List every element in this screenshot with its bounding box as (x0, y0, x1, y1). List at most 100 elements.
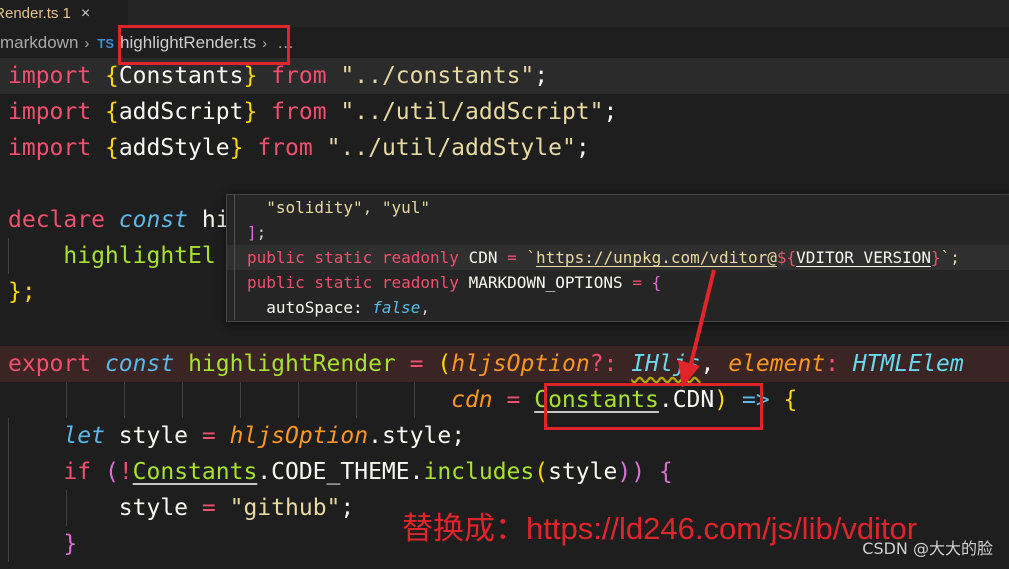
keyword: declare (8, 207, 105, 233)
code-line-9[interactable]: export const highlightRender = (hljsOpti… (0, 346, 1009, 382)
punct: ; (340, 495, 355, 521)
keyword: let (63, 423, 105, 449)
identifier: style (548, 459, 618, 485)
identifier: CDN (468, 248, 498, 267)
template-tick: ` (526, 248, 537, 267)
operator: = (632, 273, 642, 292)
identifier: Constants (132, 459, 258, 485)
highlight-box-cdn (544, 383, 763, 430)
string: "../util/addScript" (340, 99, 604, 125)
hover-line: public static readonly MARKDOWN_OPTIONS … (227, 270, 1009, 295)
cdn-url-link[interactable]: https://unpkg.com/vditor@ (536, 248, 777, 267)
operator: = (201, 495, 216, 521)
brace: { (658, 459, 673, 485)
operator: = (507, 248, 517, 267)
punct: , (420, 298, 431, 317)
template-end: `; (940, 248, 960, 267)
editor-tab-active[interactable]: tRender.ts 1 × (0, 0, 128, 27)
keyword: if (63, 459, 92, 485)
brace: } (229, 135, 244, 161)
indent-guide (234, 194, 235, 320)
identifier: addScript (118, 99, 244, 125)
hover-line-cdn: public static readonly CDN = `https://un… (227, 245, 1009, 270)
template-close: } (930, 248, 941, 267)
paren: ( (437, 351, 452, 377)
close-icon[interactable]: × (81, 5, 90, 23)
string: "../constants" (340, 63, 535, 89)
indent-guide (8, 238, 9, 274)
keyword: const (104, 351, 175, 377)
string: "github" (229, 495, 341, 521)
identifier: addStyle (118, 135, 230, 161)
indent-guide (8, 526, 9, 562)
indent-guide (124, 382, 125, 418)
modifiers: public static readonly (247, 273, 459, 292)
type-name[interactable]: IHljs (631, 351, 700, 377)
string: "../util/addStyle" (326, 135, 576, 161)
identifier: style (118, 423, 189, 449)
parameter: hljsOption (451, 351, 590, 377)
code-line-3[interactable]: import {addStyle} from "../util/addStyle… (0, 130, 1009, 166)
operator: = (506, 387, 521, 413)
indent-guide (8, 490, 9, 526)
method: includes (423, 459, 535, 485)
operator: ?: (589, 351, 618, 377)
punct: ; (603, 99, 618, 125)
indent-guide (66, 490, 67, 526)
brace: { (783, 387, 798, 413)
annotation-text: 替换成：https://ld246.com/js/lib/vditor (402, 511, 918, 546)
hover-popup[interactable]: "solidity", "yul" ]; public static reado… (226, 194, 1009, 322)
indent-guide (8, 418, 9, 454)
keyword: import (8, 135, 92, 161)
paren: ( (534, 459, 549, 485)
parameter: cdn (451, 387, 493, 413)
keyword: from (271, 99, 327, 125)
identifier: MARKDOWN_OPTIONS (468, 273, 623, 292)
code-line-10[interactable]: cdn = Constants.CDN) => { (0, 382, 1009, 418)
function-name: highlightRender (188, 351, 396, 377)
paren: )) (617, 459, 646, 485)
template-open: ${ (776, 248, 797, 267)
chevron-right-icon: › (84, 34, 90, 52)
keyword: export (8, 351, 92, 377)
brace: { (104, 63, 119, 89)
indent-guide (298, 382, 299, 418)
property: .CODE_THEME. (257, 459, 424, 485)
brace: } (243, 99, 258, 125)
code-line-2[interactable]: import {addScript} from "../util/addScri… (0, 94, 1009, 130)
code-line-12[interactable]: if (!Constants.CODE_THEME.includes(style… (0, 454, 1009, 490)
keyword: import (8, 63, 92, 89)
brace: { (104, 99, 119, 125)
modifiers: public static readonly (247, 248, 459, 267)
brace: { (651, 273, 662, 292)
keyword: import (8, 99, 92, 125)
bracket: ] (247, 223, 257, 242)
indent-guide (414, 382, 415, 418)
keyword: from (257, 135, 313, 161)
indent-guide (8, 454, 9, 490)
hover-line: ]; (227, 220, 1009, 245)
hover-line: "solidity", "yul" (227, 195, 1009, 220)
identifier: hljsOption (229, 423, 369, 449)
brace: }; (8, 279, 36, 305)
indent-guide (66, 382, 67, 418)
operator: = (201, 423, 216, 449)
punct: ; (534, 63, 549, 89)
code-line-11[interactable]: let style = hljsOption.style; (0, 418, 1009, 454)
keyword: const (118, 207, 189, 233)
punct: , (700, 351, 715, 377)
property: .style; (368, 423, 466, 449)
highlight-box-filename (118, 25, 290, 65)
identifier: style (118, 495, 189, 521)
literal: false (372, 298, 421, 317)
indent-guide (240, 382, 241, 418)
operator: ! (118, 459, 133, 485)
watermark: CSDN @大大的脸 (862, 539, 993, 558)
punct: ; (575, 135, 590, 161)
punct: ; (256, 223, 267, 242)
keyword: from (271, 63, 327, 89)
indent-guide (356, 382, 357, 418)
string: "solidity", "yul" (266, 198, 431, 217)
breadcrumb-folder[interactable]: markdown (0, 33, 78, 53)
parameter: element (728, 351, 826, 377)
